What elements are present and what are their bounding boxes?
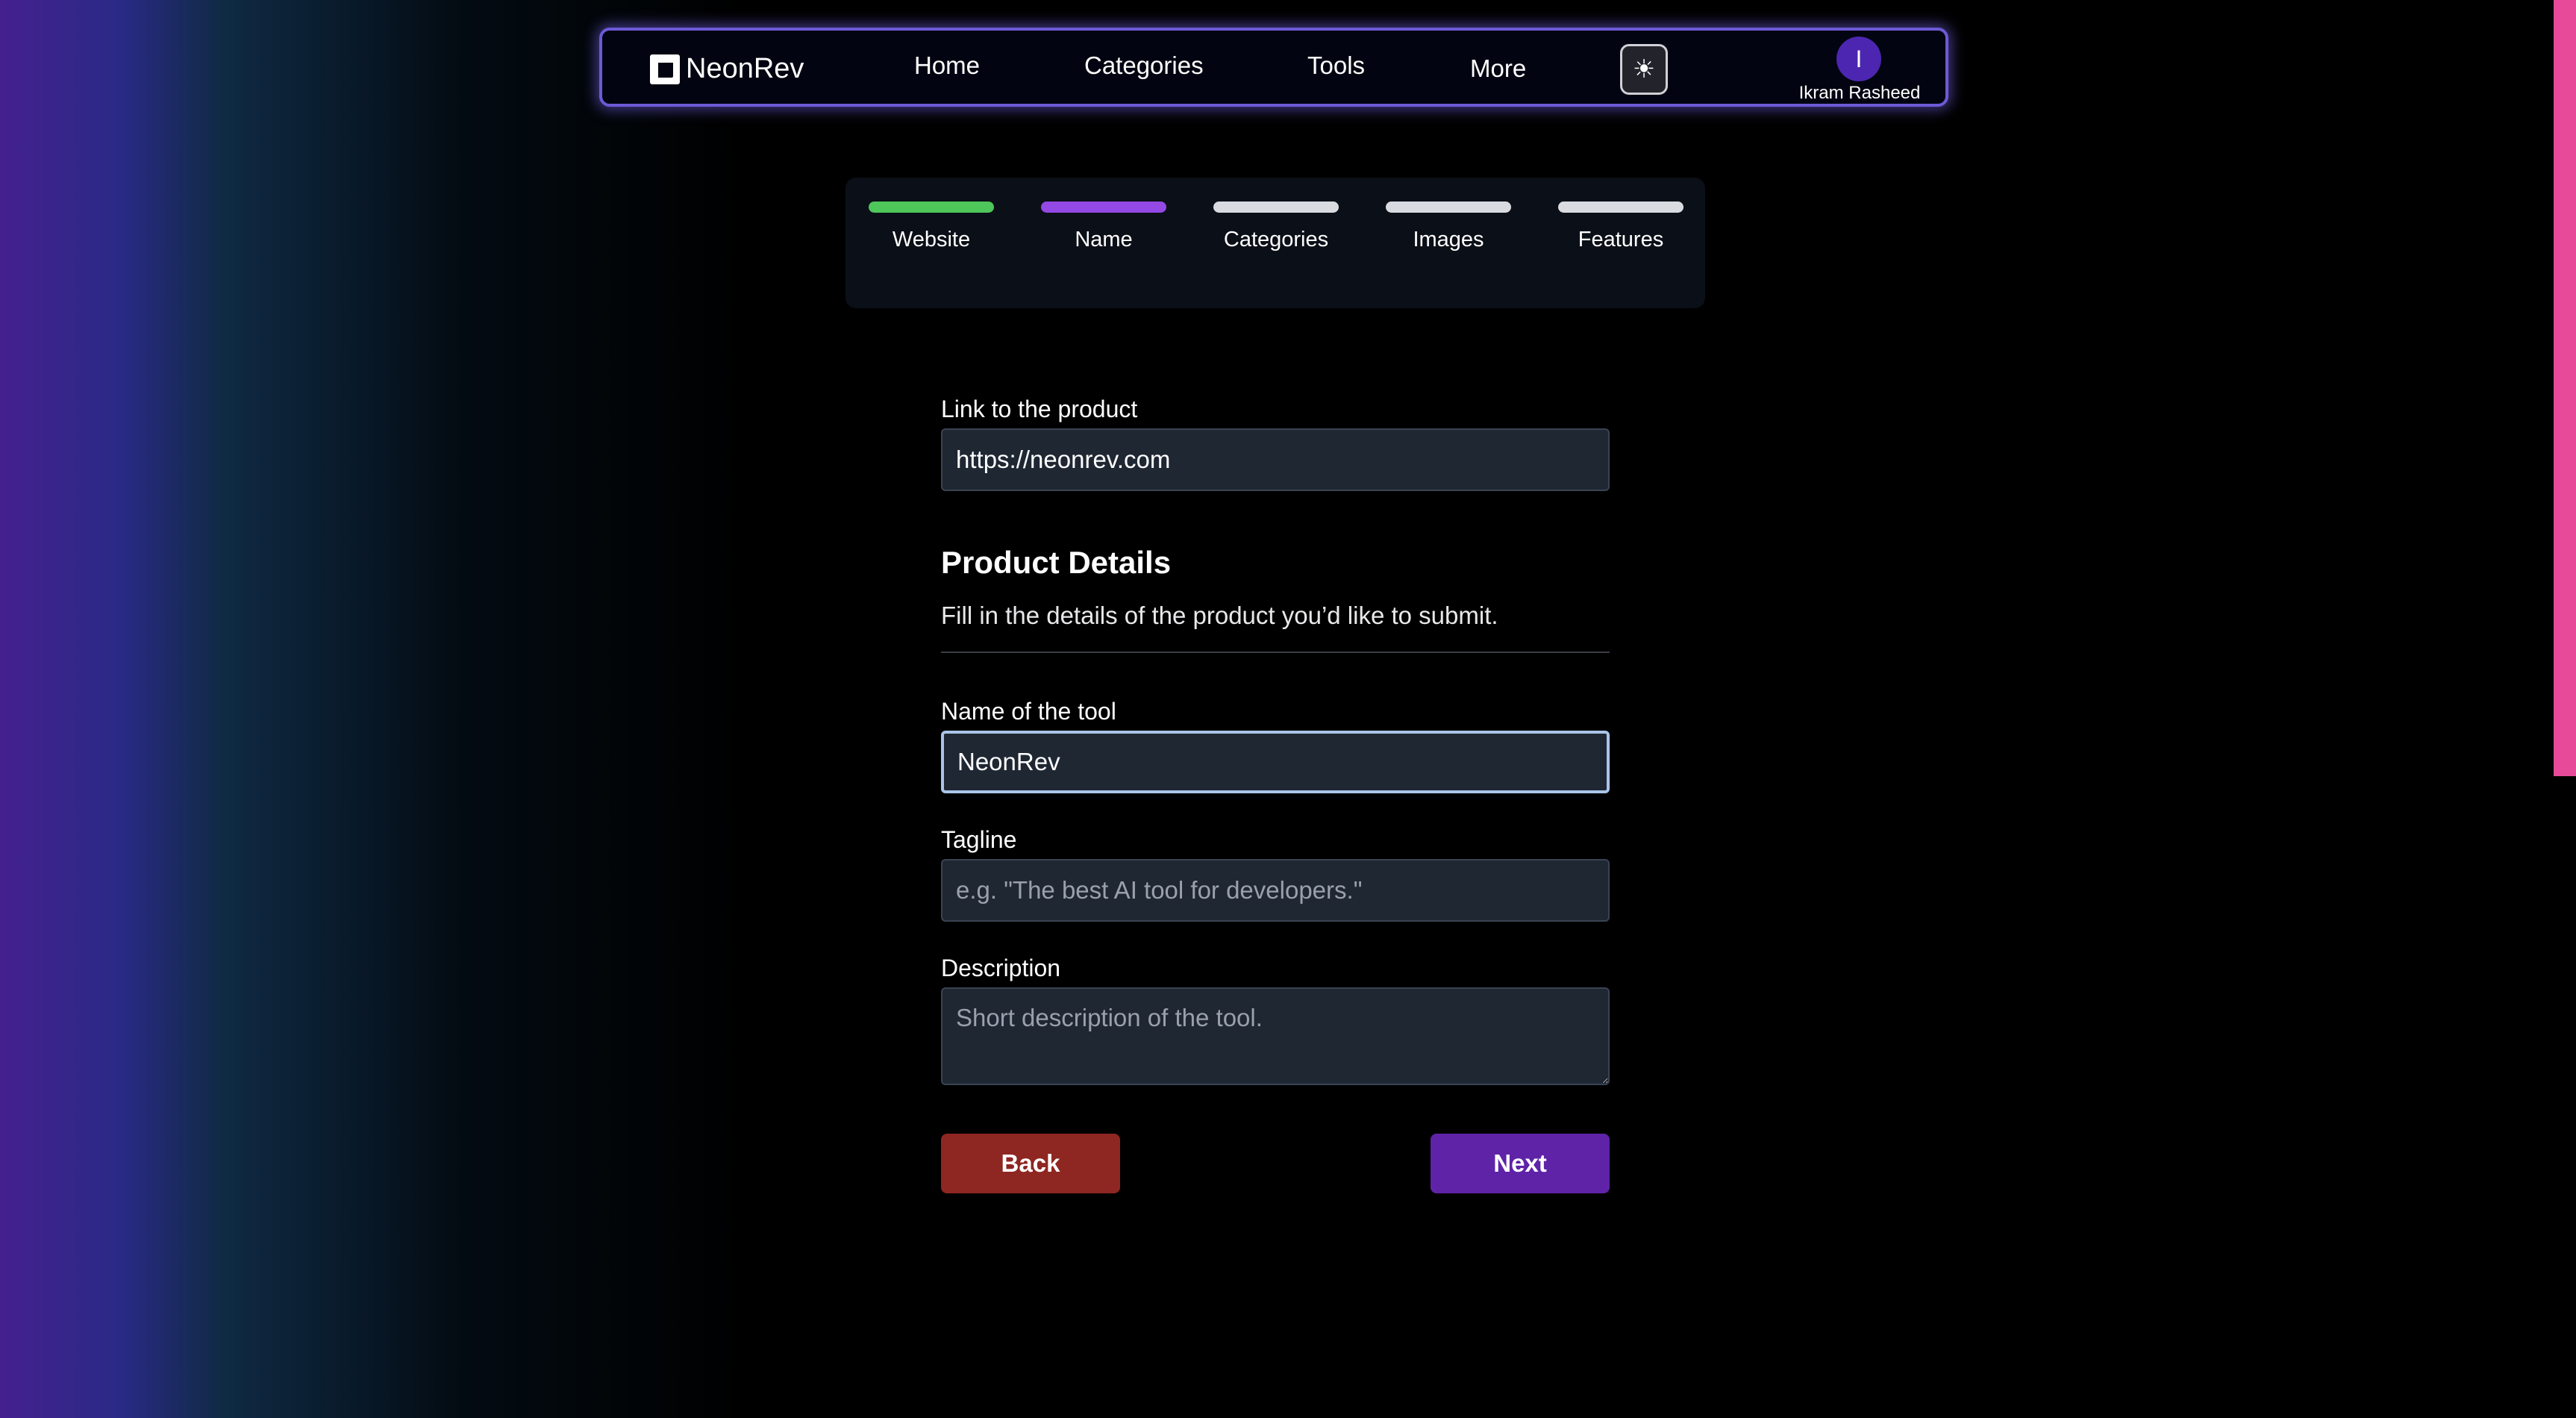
step-progress-bar (869, 202, 994, 213)
step-label: Categories (1223, 228, 1329, 252)
description-label: Description (941, 955, 1061, 981)
step-images: Images (1386, 202, 1511, 252)
theme-toggle-button[interactable]: ☀ (1620, 44, 1668, 95)
step-label: Features (1578, 228, 1664, 252)
nav-link-categories[interactable]: Categories (1084, 51, 1204, 80)
tagline-label: Tagline (941, 826, 1017, 853)
user-name: Ikram Rasheed (1798, 83, 1921, 103)
section-title: Product Details (941, 545, 1172, 580)
step-progress-bar (1386, 202, 1511, 213)
nav-link-more[interactable]: More (1470, 54, 1526, 83)
back-button[interactable]: Back (941, 1134, 1120, 1193)
tool-name-input[interactable] (941, 731, 1610, 793)
section-description: Fill in the details of the product you’d… (941, 602, 1498, 629)
nav-link-tools[interactable]: Tools (1307, 51, 1365, 80)
description-textarea[interactable] (941, 987, 1610, 1085)
progress-stepper: Website Name Categories Images Features (845, 178, 1705, 308)
tool-name-label: Name of the tool (941, 698, 1116, 725)
brand-name: NeonRev (686, 53, 804, 84)
logo-icon (650, 54, 680, 84)
link-label: Link to the product (941, 396, 1138, 422)
step-features: Features (1558, 202, 1684, 252)
step-categories: Categories (1213, 202, 1339, 252)
step-label: Name (1075, 228, 1133, 252)
user-avatar[interactable]: I (1836, 37, 1881, 81)
page-scrollbar[interactable] (2554, 0, 2576, 1418)
step-progress-bar (1213, 202, 1339, 213)
step-progress-bar (1558, 202, 1684, 213)
brand-logo[interactable]: NeonRev (650, 53, 804, 85)
sun-icon: ☀ (1632, 55, 1656, 84)
scrollbar-thumb[interactable] (2554, 0, 2576, 776)
step-label: Website (892, 228, 971, 252)
step-website: Website (869, 202, 994, 252)
top-navbar: NeonRev Home Categories Tools More ☀ I I… (599, 28, 1948, 107)
nav-link-home[interactable]: Home (914, 51, 980, 80)
section-divider (941, 652, 1610, 653)
step-name: Name (1041, 202, 1166, 252)
step-progress-bar (1041, 202, 1166, 213)
tagline-input[interactable] (941, 859, 1610, 922)
next-button[interactable]: Next (1431, 1134, 1610, 1193)
product-link-input[interactable] (941, 428, 1610, 491)
step-label: Images (1413, 228, 1484, 252)
